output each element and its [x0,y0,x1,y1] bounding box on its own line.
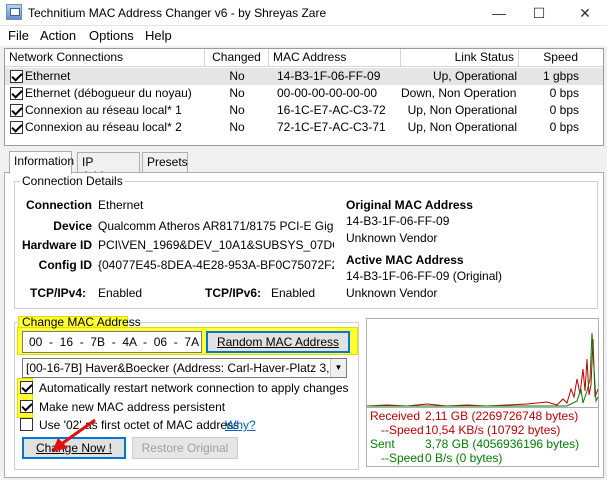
tx-speed-value: 0 B/s (0 bytes) [425,451,503,465]
tx-speed-label: --Speed [381,451,424,465]
received-label: Received [370,409,421,423]
rx-speed-label: --Speed [381,423,424,437]
received-value: 2,11 GB (2269726748 bytes) [425,409,579,423]
rx-speed-value: 10,54 KB/s (10792 bytes) [425,423,561,437]
sent-label: Sent [370,437,395,451]
traffic-stats: Received 2,11 GB (2269726748 bytes) --Sp… [366,407,599,467]
traffic-graph [366,318,599,408]
sent-value: 3,78 GB (4056936196 bytes) [425,437,580,451]
traffic-graph-plot [366,332,599,407]
tab-information[interactable]: Information [9,151,74,174]
